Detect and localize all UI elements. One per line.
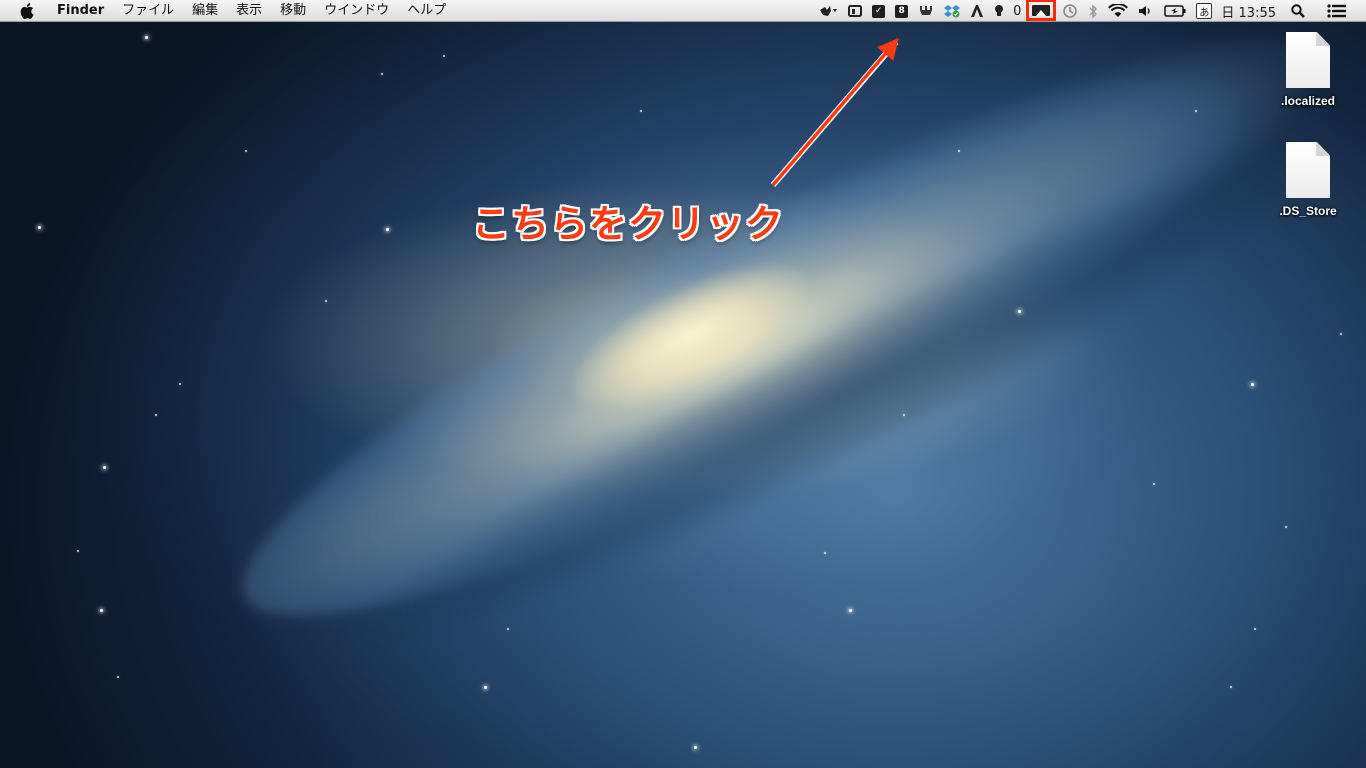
bluetooth-icon[interactable] bbox=[1083, 0, 1103, 22]
star bbox=[179, 383, 181, 385]
star bbox=[117, 676, 119, 678]
input-method-icon[interactable]: あ bbox=[1191, 0, 1217, 22]
star bbox=[1340, 333, 1342, 335]
star bbox=[903, 414, 905, 416]
input-method-label: あ bbox=[1196, 3, 1213, 19]
desktop-icon-label: .localized bbox=[1280, 94, 1336, 108]
airplay-menu-item[interactable] bbox=[1025, 0, 1057, 22]
airplay-icon bbox=[1032, 5, 1051, 16]
star bbox=[1251, 383, 1254, 386]
evernote-icon[interactable]: 8 bbox=[890, 0, 913, 22]
desktop-icon-localized[interactable]: .localized bbox=[1268, 32, 1348, 108]
checkmark-icon[interactable]: ✓ bbox=[867, 0, 890, 22]
menu-go[interactable]: 移動 bbox=[271, 0, 315, 22]
star bbox=[1254, 628, 1256, 630]
time-machine-icon[interactable] bbox=[1057, 0, 1083, 22]
hand-cursor-icon[interactable] bbox=[813, 0, 843, 22]
star bbox=[77, 550, 79, 552]
star bbox=[640, 110, 642, 112]
star bbox=[100, 609, 103, 612]
menu-bar: Finder ファイル 編集 表示 移動 ウインドウ ヘルプ ✓ 8 0 あ 日… bbox=[0, 0, 1366, 22]
star bbox=[1153, 483, 1155, 485]
font-icon[interactable] bbox=[965, 0, 989, 22]
wifi-icon[interactable] bbox=[1103, 0, 1133, 22]
star bbox=[1195, 110, 1197, 112]
volume-icon[interactable] bbox=[1133, 0, 1159, 22]
checkmark-box: ✓ bbox=[872, 4, 886, 18]
star bbox=[694, 746, 697, 749]
menu-file[interactable]: ファイル bbox=[113, 0, 183, 22]
annotation-label: こちらをクリック bbox=[472, 202, 785, 246]
menu-bar-left: Finder ファイル 編集 表示 移動 ウインドウ ヘルプ bbox=[0, 0, 455, 22]
menu-finder[interactable]: Finder bbox=[48, 0, 113, 22]
document-icon bbox=[1286, 32, 1330, 88]
star bbox=[824, 552, 826, 554]
star bbox=[443, 55, 445, 57]
star bbox=[155, 414, 157, 416]
star bbox=[325, 300, 327, 302]
cast-icon[interactable] bbox=[843, 0, 867, 22]
notification-center-icon[interactable] bbox=[1322, 0, 1352, 22]
star bbox=[381, 73, 383, 75]
star bbox=[507, 628, 509, 630]
desktop-icon-ds-store[interactable]: .DS_Store bbox=[1268, 142, 1348, 218]
star bbox=[386, 228, 389, 231]
star bbox=[245, 150, 247, 152]
menu-edit[interactable]: 編集 bbox=[183, 0, 227, 22]
evernote-box: 8 bbox=[895, 4, 909, 18]
star bbox=[1018, 310, 1021, 313]
star bbox=[1285, 526, 1287, 528]
menu-view[interactable]: 表示 bbox=[227, 0, 271, 22]
badge-count: 0 bbox=[1013, 3, 1022, 19]
battery-icon[interactable] bbox=[1159, 0, 1191, 22]
star bbox=[849, 609, 852, 612]
document-icon bbox=[1286, 142, 1330, 198]
spotlight-search-icon[interactable] bbox=[1286, 0, 1310, 22]
desktop-wallpaper bbox=[0, 0, 1366, 768]
galaxy-band bbox=[193, 0, 1366, 700]
dropbox-icon[interactable] bbox=[939, 0, 965, 22]
star bbox=[484, 686, 487, 689]
star bbox=[145, 36, 148, 39]
plug-icon[interactable] bbox=[913, 0, 939, 22]
star bbox=[38, 226, 41, 229]
star bbox=[1230, 686, 1232, 688]
menu-help[interactable]: ヘルプ bbox=[398, 0, 455, 22]
star bbox=[103, 466, 106, 469]
menu-bar-status-area: ✓ 8 0 あ 日 13:55 bbox=[813, 0, 1366, 22]
star bbox=[958, 150, 960, 152]
desktop-icon-label: .DS_Store bbox=[1279, 204, 1337, 218]
menu-window[interactable]: ウインドウ bbox=[315, 0, 398, 22]
lightbulb-icon[interactable] bbox=[989, 0, 1009, 22]
apple-menu-icon[interactable] bbox=[16, 2, 38, 19]
